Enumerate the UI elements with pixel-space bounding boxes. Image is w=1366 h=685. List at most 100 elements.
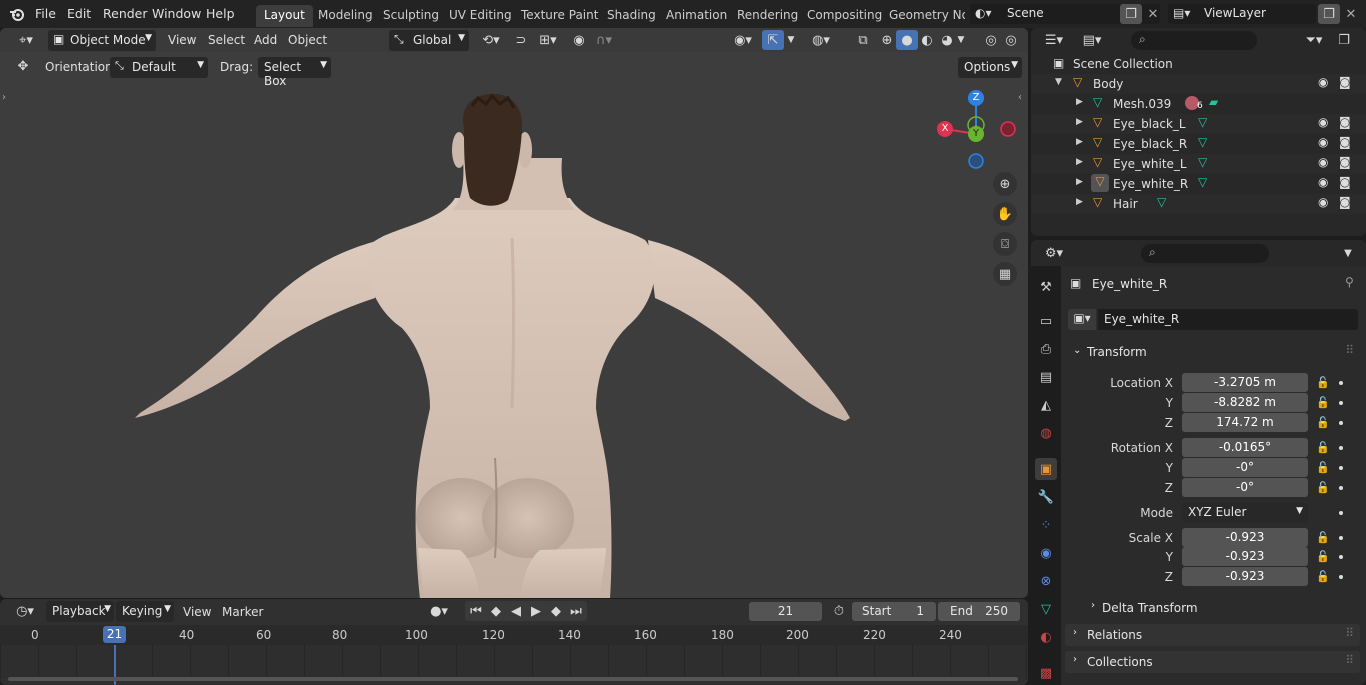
object-tab-icon[interactable]: ▣ — [1035, 458, 1057, 480]
gizmo-x-axis[interactable]: X — [937, 121, 953, 137]
viewlayer-selector[interactable]: ▤▾ ViewLayer — [1168, 4, 1316, 24]
drag-handle-icon[interactable]: ⠿ — [1345, 626, 1354, 640]
prev-keyframe-icon[interactable]: ◆ — [485, 601, 507, 621]
stopwatch-icon[interactable]: ⏱ — [828, 601, 850, 621]
delete-viewlayer-icon[interactable]: ✕ — [1340, 4, 1362, 24]
timeline-editor[interactable]: ◷▾ Playback ▼ Keying ▼ View Marker ●▾ ⏮ … — [0, 599, 1028, 685]
eye-icon[interactable]: ◉ — [1318, 155, 1328, 169]
texture-tab-icon[interactable]: ▩ — [1035, 662, 1057, 684]
tab-modeling[interactable]: Modeling — [310, 5, 381, 27]
timeline-track-area[interactable] — [0, 645, 1028, 679]
expand-down-icon[interactable]: ▼ — [1055, 77, 1062, 87]
keyframe-dot-icon[interactable] — [1339, 555, 1343, 559]
eye-icon[interactable]: ◉ — [1318, 175, 1328, 189]
particles-tab-icon[interactable]: ⁘ — [1035, 514, 1057, 536]
render-tab-icon[interactable]: ▭ — [1035, 310, 1057, 332]
timeline-menu-view[interactable]: View — [183, 605, 211, 619]
camera-icon[interactable]: ◙ — [1339, 115, 1351, 129]
next-keyframe-icon[interactable]: ◆ — [545, 601, 567, 621]
relations-panel-header[interactable]: › Relations ⠿ — [1065, 624, 1360, 646]
lock-icon[interactable]: 🔓 — [1316, 441, 1330, 454]
lock-icon[interactable]: 🔓 — [1316, 461, 1330, 474]
expand-right-icon[interactable]: ▶ — [1076, 157, 1083, 167]
eye-icon[interactable]: ◉ — [1318, 195, 1328, 209]
keyframe-dot-icon[interactable] — [1339, 536, 1343, 540]
outliner-search-input[interactable]: ⌕ — [1131, 31, 1257, 50]
outliner-row-eye-black-l[interactable]: ▶ ▽ Eye_black_L ▽ ◉ ◙ — [1031, 114, 1366, 134]
lock-icon[interactable]: 🔓 — [1316, 376, 1330, 389]
menu-render[interactable]: Render — [103, 6, 148, 21]
tab-layout[interactable]: Layout — [256, 5, 313, 27]
viewport-3d[interactable]: ⌖▾ ▣ Object Mode ▼ View Select Add Objec… — [0, 28, 1028, 598]
tab-shading[interactable]: Shading — [599, 5, 664, 27]
jump-end-icon[interactable]: ⏭ — [565, 601, 587, 621]
perspective-toggle-icon[interactable]: ▦ — [993, 262, 1017, 286]
menu-edit[interactable]: Edit — [67, 6, 91, 21]
camera-icon[interactable]: ◙ — [1339, 175, 1351, 189]
auto-keying-icon[interactable]: ●▾ — [420, 601, 458, 621]
menu-window[interactable]: Window — [152, 6, 201, 21]
keyframe-dot-icon[interactable] — [1339, 446, 1343, 450]
collections-panel-header[interactable]: › Collections ⠿ — [1065, 651, 1360, 673]
blender-logo-icon[interactable] — [9, 6, 25, 22]
keyframe-dot-icon[interactable] — [1339, 486, 1343, 490]
keying-menu[interactable]: Keying ▼ — [116, 601, 174, 622]
lock-icon[interactable]: 🔓 — [1316, 481, 1330, 494]
eye-icon[interactable]: ◉ — [1318, 135, 1328, 149]
outliner-editor-type-icon[interactable]: ☰▾ — [1039, 30, 1069, 50]
location-x-field[interactable]: -3.2705 m — [1182, 373, 1308, 392]
scale-y-field[interactable]: -0.923 — [1182, 547, 1308, 566]
eye-icon[interactable]: ◉ — [1318, 75, 1328, 89]
tool-tab-icon[interactable]: ⚒ — [1035, 276, 1057, 298]
expand-right-icon[interactable]: ▶ — [1076, 97, 1083, 107]
menu-file[interactable]: File — [35, 6, 56, 21]
view-layer-tab-icon[interactable]: ▤ — [1035, 366, 1057, 388]
output-tab-icon[interactable]: ⎙ — [1035, 338, 1057, 360]
material-tab-icon[interactable]: ◐ — [1035, 626, 1057, 648]
tab-texture-paint[interactable]: Texture Paint — [513, 5, 606, 27]
pin-icon[interactable]: ⚲ — [1345, 275, 1354, 289]
lock-icon[interactable]: 🔓 — [1316, 396, 1330, 409]
delta-transform-subpanel[interactable]: › Delta Transform — [1071, 598, 1351, 618]
gizmo-y-axis[interactable]: Y — [968, 126, 984, 142]
expand-right-icon[interactable]: ▶ — [1076, 177, 1083, 187]
outliner[interactable]: ☰▾ ▤▾ ⌕ ⏷▾ ❐ ▣ Scene Collection ▼ ▽ Body… — [1031, 28, 1366, 236]
gizmo-z-axis[interactable]: Z — [968, 90, 984, 106]
filter-icon[interactable]: ⏷▾ — [1299, 30, 1329, 50]
timeline-editor-type-icon[interactable]: ◷▾ — [10, 601, 40, 621]
display-mode-icon[interactable]: ▤▾ — [1077, 30, 1107, 50]
scale-x-field[interactable]: -0.923 — [1182, 528, 1308, 547]
delete-scene-icon[interactable]: ✕ — [1142, 4, 1164, 24]
end-frame-field[interactable]: End 250 — [938, 602, 1020, 621]
camera-icon[interactable]: ◙ — [1339, 155, 1351, 169]
lock-icon[interactable]: 🔓 — [1316, 550, 1330, 563]
keyframe-dot-icon[interactable] — [1339, 575, 1343, 579]
tab-compositing[interactable]: Compositing — [799, 5, 890, 27]
timeline-menu-marker[interactable]: Marker — [222, 605, 263, 619]
start-frame-field[interactable]: Start 1 — [852, 602, 936, 621]
rotation-mode-select[interactable]: XYZ Euler ▼ — [1182, 503, 1308, 522]
lock-icon[interactable]: 🔓 — [1316, 570, 1330, 583]
rotation-y-field[interactable]: -0° — [1182, 458, 1308, 477]
camera-icon[interactable]: ◙ — [1339, 195, 1351, 209]
camera-icon[interactable]: ◙ — [1339, 75, 1351, 89]
tab-sculpting[interactable]: Sculpting — [375, 5, 447, 27]
current-frame-field[interactable]: 21 — [749, 602, 822, 621]
drag-handle-icon[interactable]: ⠿ — [1345, 653, 1354, 667]
new-viewlayer-icon[interactable]: ❐ — [1318, 4, 1340, 24]
location-y-field[interactable]: -8.8282 m — [1182, 393, 1308, 412]
physics-tab-icon[interactable]: ◉ — [1035, 542, 1057, 564]
keyframe-dot-icon[interactable] — [1339, 401, 1343, 405]
object-name-input[interactable]: Eye_white_R — [1098, 309, 1358, 330]
location-z-field[interactable]: 174.72 m — [1182, 413, 1308, 432]
scene-tab-icon[interactable]: ◭ — [1035, 394, 1057, 416]
modifier-tab-icon[interactable]: 🔧 — [1035, 486, 1057, 508]
scale-z-field[interactable]: -0.923 — [1182, 567, 1308, 586]
outliner-row-body[interactable]: ▼ ▽ Body ◉ ◙ — [1031, 74, 1366, 94]
properties-editor[interactable]: ⚙▾ ⌕ ▼ ⚒ ▭ ⎙ ▤ ◭ ◍ ▣ 🔧 ⁘ ◉ ⊗ ▽ ◐ ▩ ▣ Eye… — [1031, 240, 1366, 685]
properties-search-input[interactable]: ⌕ — [1141, 244, 1269, 263]
timeline-ruler[interactable]: 0 21 40 60 80 100 120 140 160 180 200 22… — [0, 625, 1028, 645]
constraints-tab-icon[interactable]: ⊗ — [1035, 570, 1057, 592]
keyframe-dot-icon[interactable] — [1339, 421, 1343, 425]
tab-geometry-nodes[interactable]: Geometry Noc — [881, 5, 965, 27]
